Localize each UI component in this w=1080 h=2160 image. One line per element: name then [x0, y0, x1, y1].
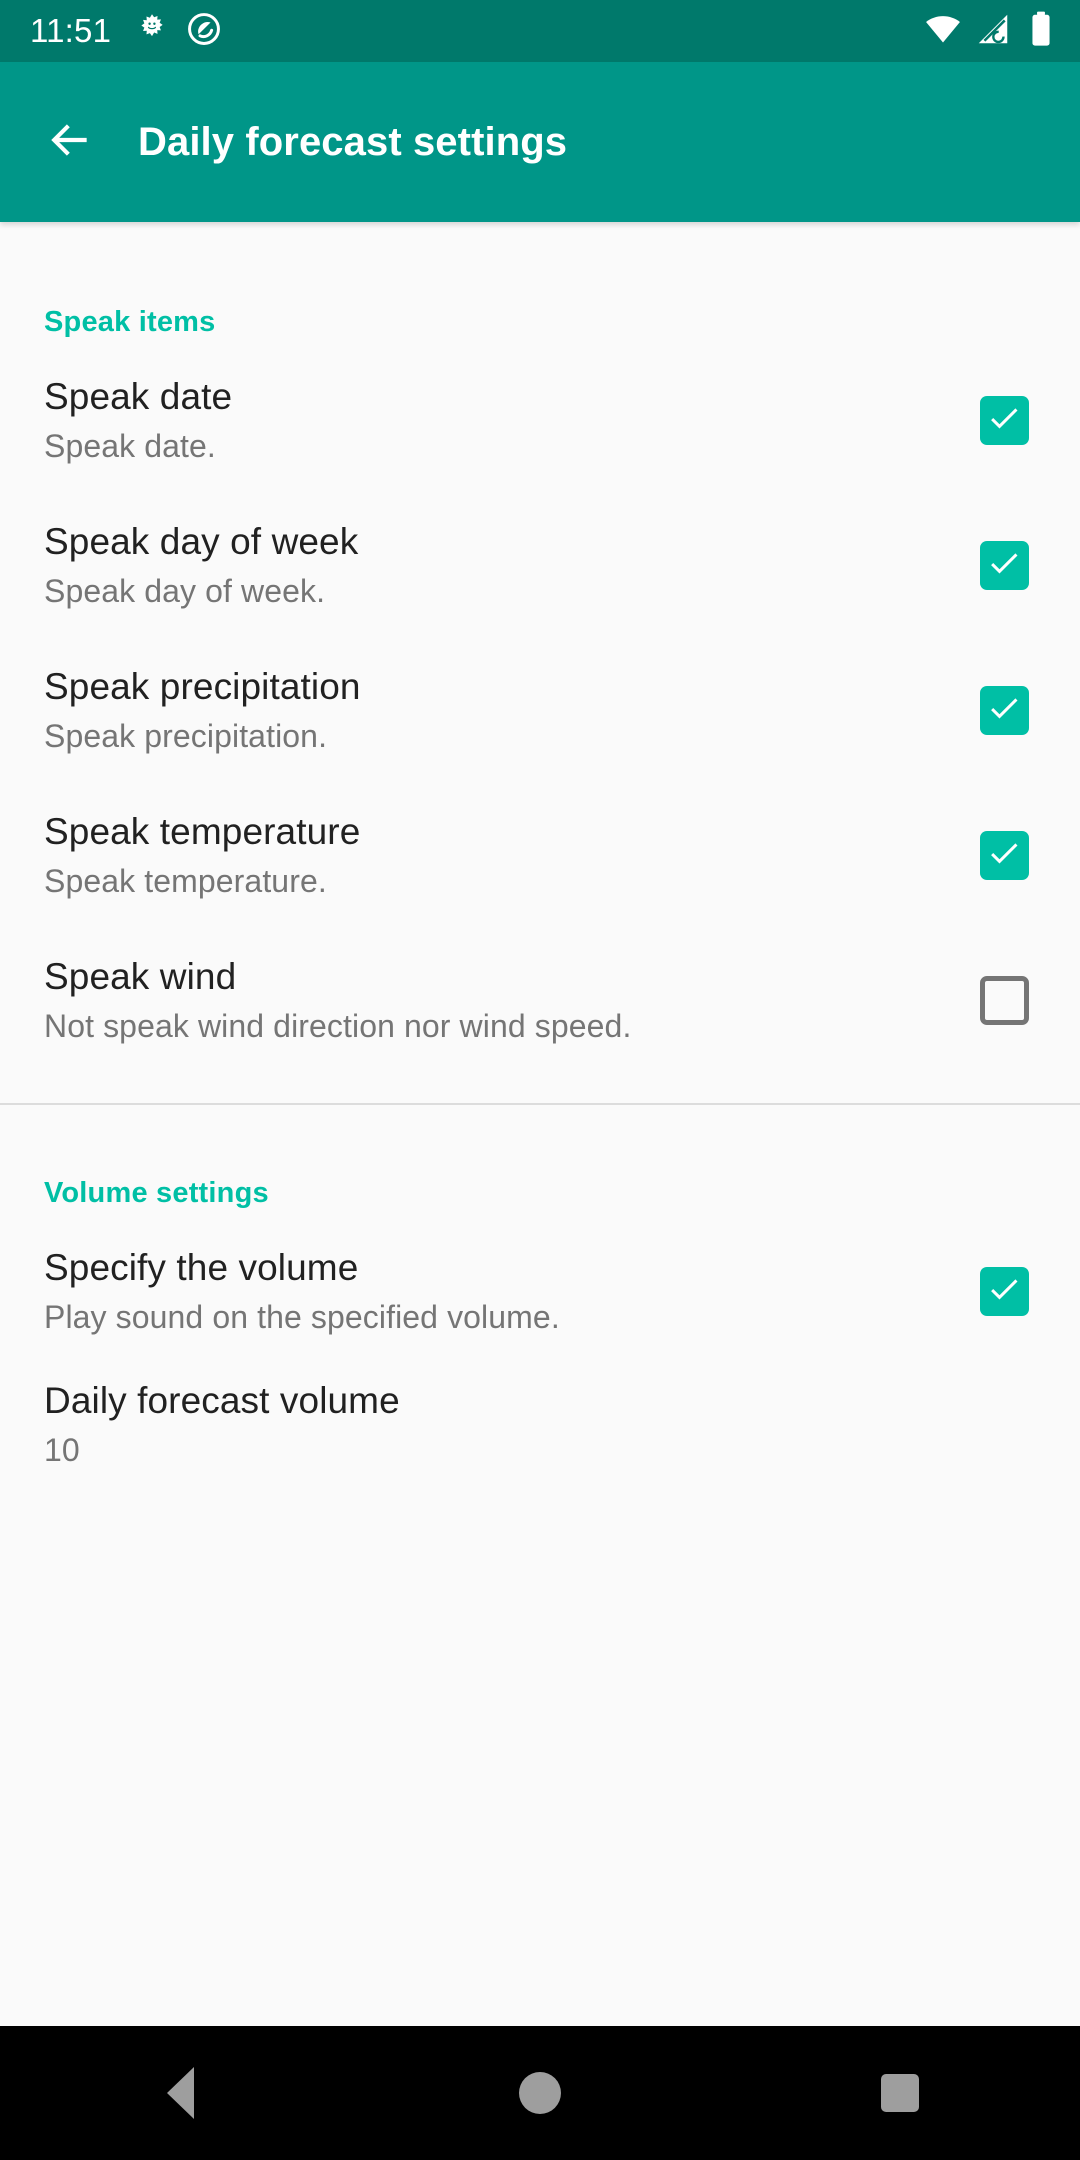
section-divider: [0, 1103, 1080, 1105]
check-icon: [986, 400, 1022, 441]
pref-title: Daily forecast volume: [44, 1380, 400, 1421]
nav-back-button[interactable]: [0, 2067, 360, 2119]
checkbox-specify-the-volume[interactable]: [979, 1266, 1029, 1316]
pref-text: Specify the volume Play sound on the spe…: [44, 1245, 972, 1337]
pref-title: Speak date: [44, 375, 233, 417]
cell-signal-no-sim-icon: [974, 10, 1012, 53]
square-recents-icon: [881, 2074, 919, 2112]
checkbox-wrapper: [972, 540, 1036, 590]
checkbox-speak-temperature[interactable]: [979, 830, 1029, 880]
checkbox-speak-day-of-week[interactable]: [979, 540, 1029, 590]
wifi-icon: [924, 10, 962, 53]
settings-list[interactable]: Speak items Speak date Speak date. Speak…: [0, 222, 1080, 2026]
pref-title: Speak precipitation: [44, 665, 361, 707]
checkbox-wrapper: [972, 1266, 1036, 1316]
pref-text: Daily forecast volume 10: [44, 1378, 1036, 1470]
pref-value: 10: [44, 1432, 80, 1469]
circle-logo-icon: [187, 12, 221, 51]
pref-summary: Speak precipitation.: [44, 718, 328, 755]
system-navigation-bar: [0, 2026, 1080, 2160]
pref-summary: Speak date.: [44, 428, 216, 465]
check-icon: [986, 835, 1022, 876]
checkbox-speak-wind[interactable]: [979, 975, 1029, 1025]
arrow-back-icon: [45, 115, 95, 170]
checkbox-speak-date[interactable]: [979, 395, 1029, 445]
pref-row-specify-the-volume[interactable]: Specify the volume Play sound on the spe…: [0, 1232, 1080, 1350]
triangle-back-icon: [166, 2067, 194, 2119]
pref-row-daily-forecast-volume[interactable]: Daily forecast volume 10: [0, 1378, 1080, 1496]
pref-text: Speak wind Not speak wind direction nor …: [44, 954, 972, 1046]
pref-text: Speak day of week Speak day of week.: [44, 519, 972, 611]
checkbox-wrapper: [972, 395, 1036, 445]
checkbox-speak-precipitation[interactable]: [979, 685, 1029, 735]
status-bar: 11:51: [0, 0, 1080, 62]
pref-row-speak-wind[interactable]: Speak wind Not speak wind direction nor …: [0, 941, 1080, 1059]
pref-row-speak-precipitation[interactable]: Speak precipitation Speak precipitation.: [0, 651, 1080, 769]
pref-text: Speak precipitation Speak precipitation.: [44, 664, 972, 756]
status-system-icons: [924, 10, 1058, 53]
pref-summary: Not speak wind direction nor wind speed.: [44, 1008, 632, 1045]
pref-title: Speak wind: [44, 955, 237, 997]
check-icon: [986, 1271, 1022, 1312]
section-header-speak-items: Speak items: [44, 306, 216, 338]
check-icon: [986, 690, 1022, 731]
page-title: Daily forecast settings: [138, 119, 568, 164]
circle-home-icon: [519, 2072, 561, 2114]
checkbox-wrapper: [972, 685, 1036, 735]
back-navigation-button[interactable]: [34, 106, 106, 178]
app-bar: Daily forecast settings: [0, 62, 1080, 222]
status-notification-icons: [135, 12, 221, 51]
pref-title: Speak temperature: [44, 810, 361, 852]
pref-row-speak-day-of-week[interactable]: Speak day of week Speak day of week.: [0, 506, 1080, 624]
pref-text: Speak temperature Speak temperature.: [44, 809, 972, 901]
sun-face-icon: [135, 12, 169, 51]
nav-home-button[interactable]: [360, 2072, 720, 2114]
pref-summary: Speak day of week.: [44, 573, 326, 610]
nav-recents-button[interactable]: [720, 2074, 1080, 2112]
pref-row-speak-temperature[interactable]: Speak temperature Speak temperature.: [0, 796, 1080, 914]
phone-screen: 11:51 Daily forecast settings Speak item…: [0, 0, 1080, 2160]
section-header-volume-settings: Volume settings: [44, 1177, 269, 1209]
battery-full-icon: [1024, 10, 1058, 53]
checkbox-wrapper: [972, 975, 1036, 1025]
check-icon: [986, 545, 1022, 586]
pref-title: Speak day of week: [44, 520, 359, 562]
pref-summary: Speak temperature.: [44, 863, 327, 900]
status-clock: 11:51: [30, 12, 112, 49]
checkbox-wrapper: [972, 830, 1036, 880]
pref-row-speak-date[interactable]: Speak date Speak date.: [0, 361, 1080, 479]
pref-summary: Play sound on the specified volume.: [44, 1299, 560, 1336]
pref-title: Specify the volume: [44, 1246, 359, 1288]
pref-text: Speak date Speak date.: [44, 374, 972, 466]
